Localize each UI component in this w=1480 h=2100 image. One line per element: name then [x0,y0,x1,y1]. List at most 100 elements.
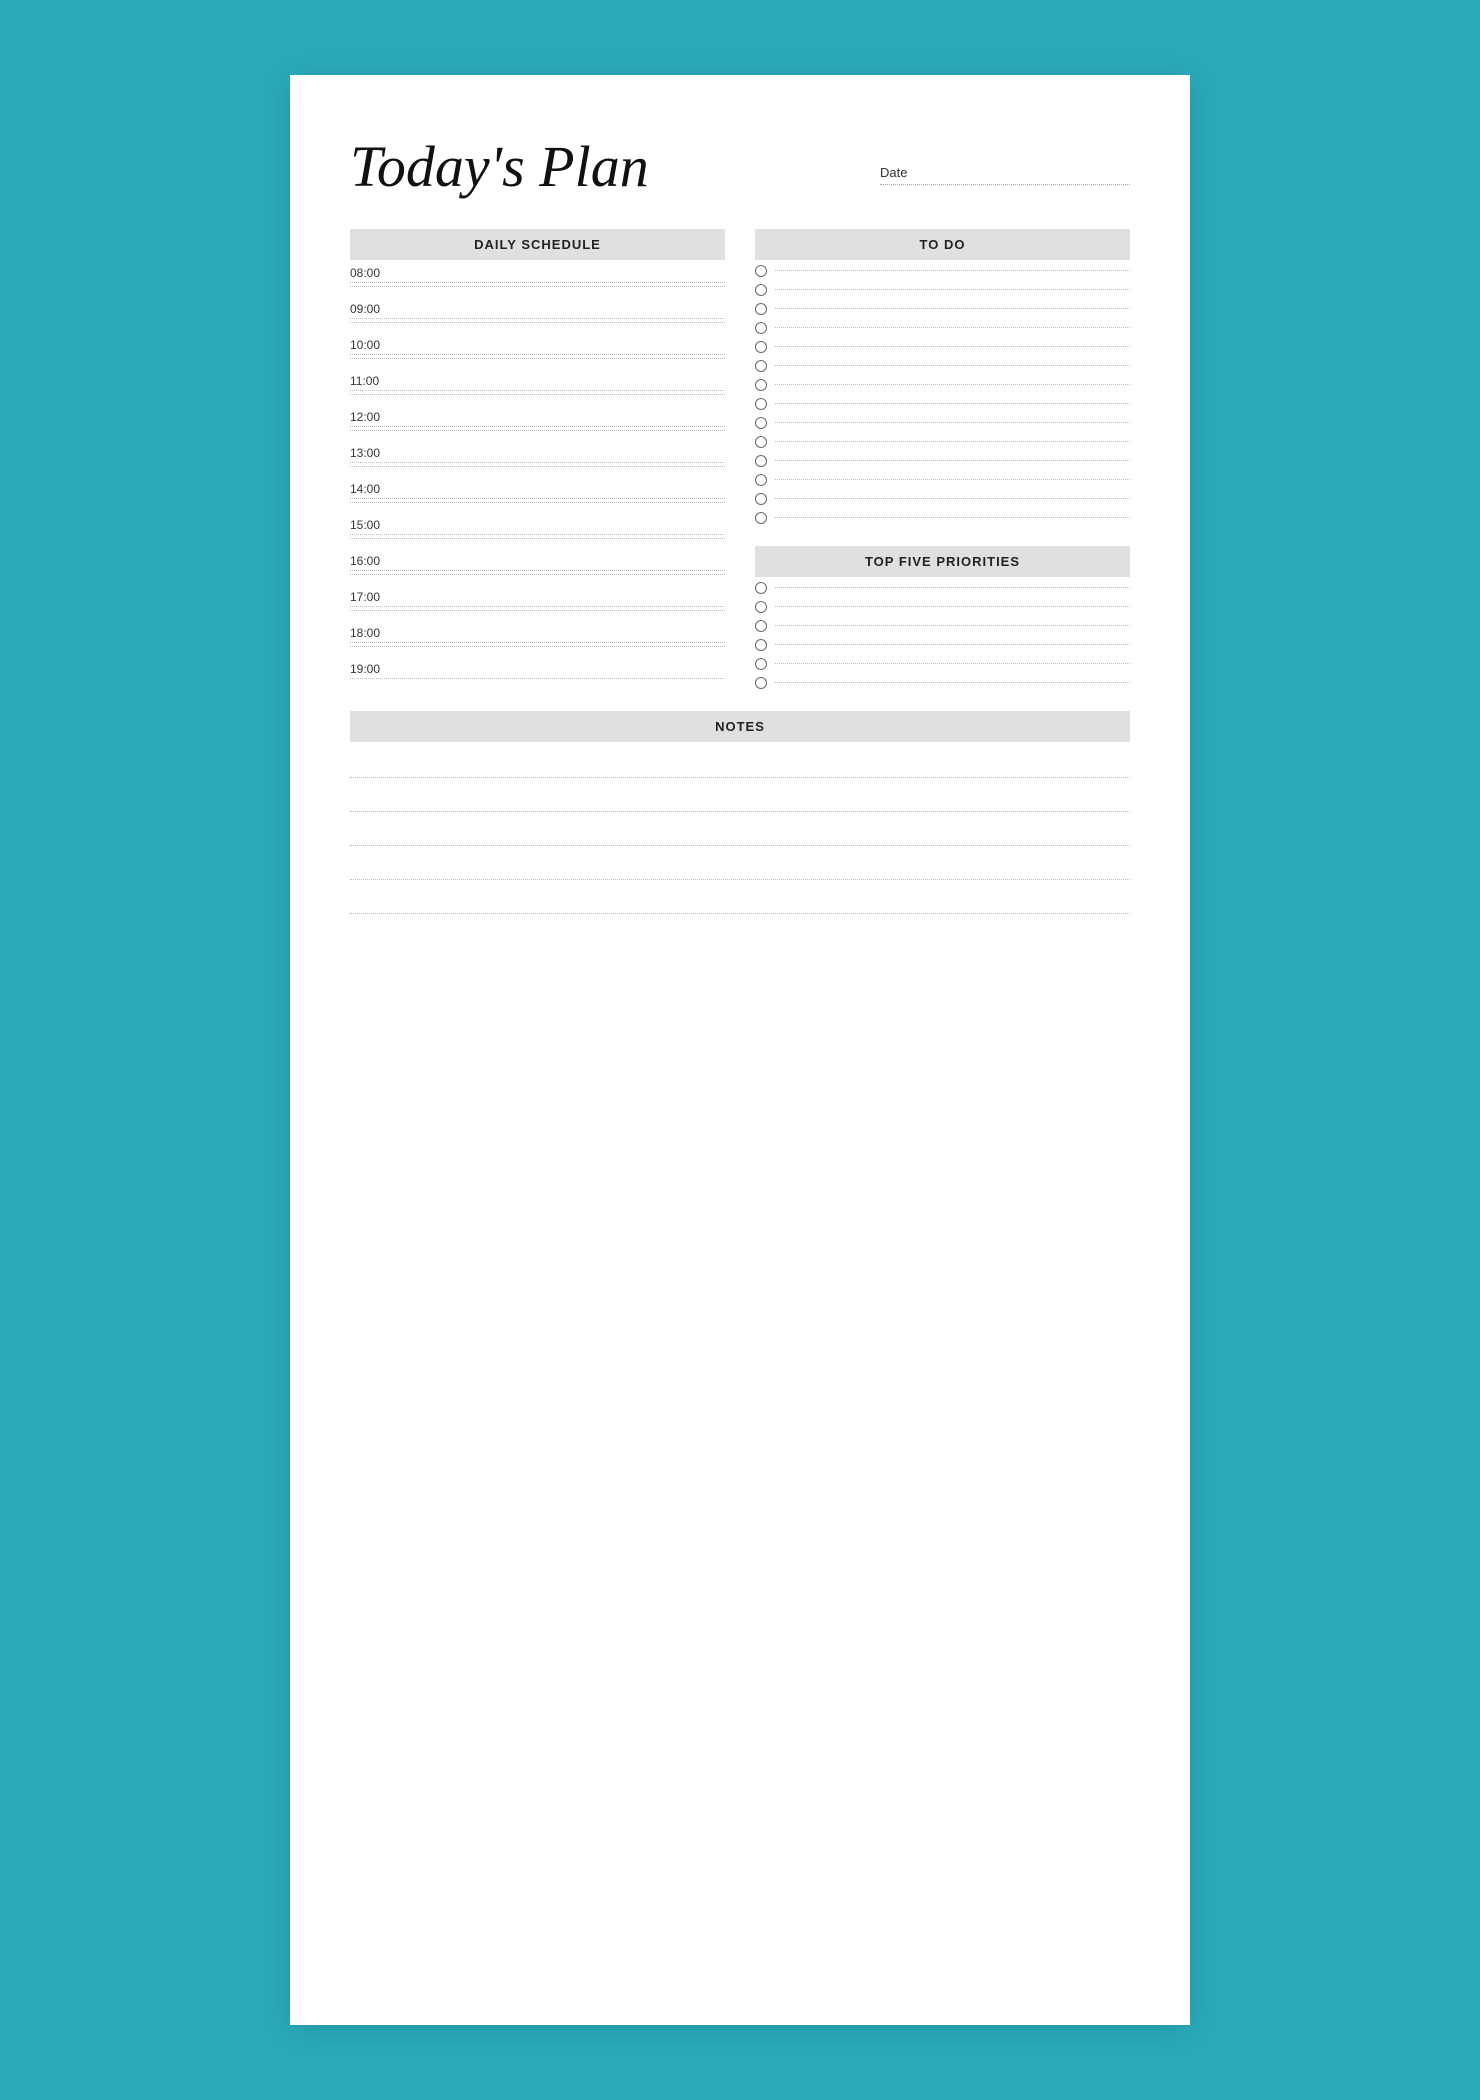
schedule-line[interactable] [350,466,725,467]
schedule-line[interactable] [350,354,725,355]
todo-line[interactable] [775,308,1130,309]
schedule-line[interactable] [350,678,725,679]
note-line[interactable] [350,746,1130,778]
note-line[interactable] [350,814,1130,846]
todo-circle[interactable] [755,417,767,429]
todo-line[interactable] [775,517,1130,518]
priority-circle[interactable] [755,677,767,689]
todo-item [755,355,1130,374]
todo-circle[interactable] [755,360,767,372]
todo-circle[interactable] [755,436,767,448]
todo-circle[interactable] [755,341,767,353]
time-label: 09:00 [350,302,725,316]
todo-line[interactable] [775,498,1130,499]
schedule-line[interactable] [350,394,725,395]
schedule-line[interactable] [350,610,725,611]
time-block-1200: 12:00 [350,404,725,436]
priority-circle[interactable] [755,639,767,651]
right-column: TO DO [755,229,1130,691]
note-line[interactable] [350,780,1130,812]
note-line[interactable] [350,882,1130,914]
todo-circle[interactable] [755,265,767,277]
todo-line[interactable] [775,403,1130,404]
todo-line[interactable] [775,422,1130,423]
time-label: 14:00 [350,482,725,496]
header: Today's Plan Date [350,135,1130,199]
priority-item [755,596,1130,615]
time-label: 11:00 [350,374,725,388]
todo-circle[interactable] [755,284,767,296]
date-section: Date [880,135,1130,185]
priority-line[interactable] [775,625,1130,626]
priority-line[interactable] [775,682,1130,683]
todo-circle[interactable] [755,322,767,334]
schedule-line[interactable] [350,574,725,575]
time-entry: 12:00 [350,404,725,436]
todo-line[interactable] [775,365,1130,366]
time-entry: 16:00 [350,548,725,580]
todo-item [755,260,1130,279]
todo-circle[interactable] [755,474,767,486]
todo-line[interactable] [775,270,1130,271]
todo-section: TO DO [755,229,1130,526]
todo-line[interactable] [775,327,1130,328]
todo-header: TO DO [755,229,1130,260]
schedule-line[interactable] [350,462,725,463]
schedule-line[interactable] [350,534,725,535]
todo-circle[interactable] [755,379,767,391]
todo-circle[interactable] [755,398,767,410]
todo-circle[interactable] [755,303,767,315]
priority-circle[interactable] [755,582,767,594]
time-entry: 14:00 [350,476,725,508]
priority-line[interactable] [775,606,1130,607]
priority-line[interactable] [775,663,1130,664]
schedule-line[interactable] [350,538,725,539]
priority-item [755,615,1130,634]
todo-item [755,507,1130,526]
schedule-line[interactable] [350,358,725,359]
schedule-line[interactable] [350,322,725,323]
priority-circle[interactable] [755,601,767,613]
todo-line[interactable] [775,346,1130,347]
schedule-line[interactable] [350,286,725,287]
todo-circle[interactable] [755,512,767,524]
schedule-line[interactable] [350,502,725,503]
time-label: 19:00 [350,662,725,676]
priority-circle[interactable] [755,620,767,632]
priority-item [755,634,1130,653]
todo-line[interactable] [775,289,1130,290]
schedule-line[interactable] [350,570,725,571]
paper: Today's Plan Date DAILY SCHEDULE 08:00 0… [290,75,1190,2025]
todo-circle[interactable] [755,493,767,505]
todo-line[interactable] [775,460,1130,461]
time-label: 16:00 [350,554,725,568]
time-block-1100: 11:00 [350,368,725,400]
priority-line[interactable] [775,587,1130,588]
schedule-line[interactable] [350,498,725,499]
schedule-line[interactable] [350,606,725,607]
priority-circle[interactable] [755,658,767,670]
priority-item [755,653,1130,672]
schedule-line[interactable] [350,390,725,391]
todo-line[interactable] [775,441,1130,442]
note-line[interactable] [350,848,1130,880]
date-label: Date [880,165,1130,180]
todo-item [755,469,1130,488]
schedule-line[interactable] [350,642,725,643]
todo-line[interactable] [775,384,1130,385]
schedule-line[interactable] [350,282,725,283]
time-block-1400: 14:00 [350,476,725,508]
time-entry: 13:00 [350,440,725,472]
notes-header: NOTES [350,711,1130,742]
main-grid: DAILY SCHEDULE 08:00 09:00 [350,229,1130,916]
todo-item [755,279,1130,298]
priority-line[interactable] [775,644,1130,645]
schedule-line[interactable] [350,430,725,431]
todo-line[interactable] [775,479,1130,480]
schedule-line[interactable] [350,318,725,319]
todo-circle[interactable] [755,455,767,467]
date-line[interactable] [880,184,1130,185]
todo-item [755,412,1130,431]
schedule-line[interactable] [350,646,725,647]
schedule-line[interactable] [350,426,725,427]
